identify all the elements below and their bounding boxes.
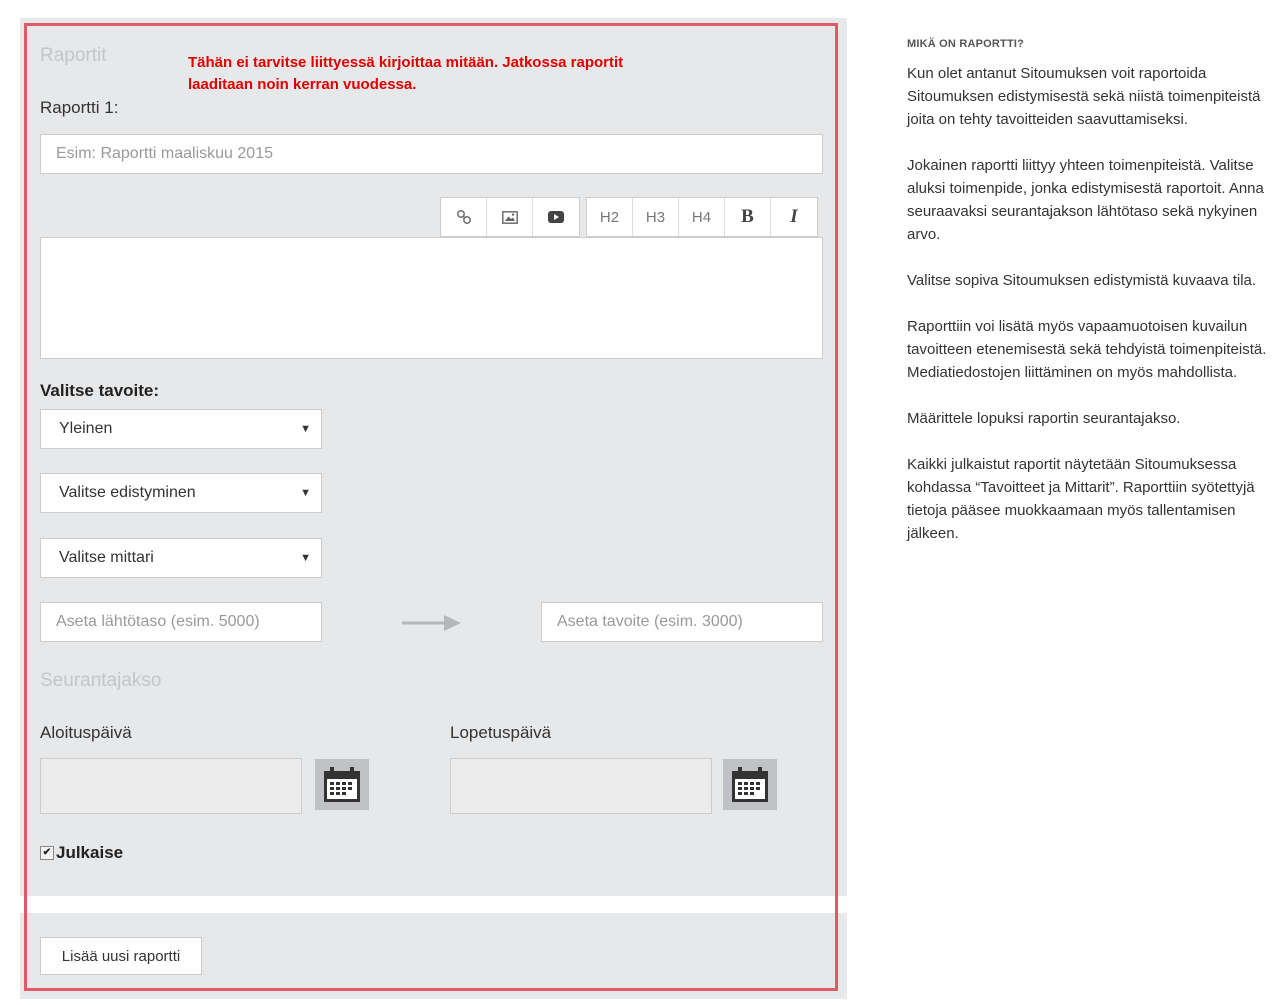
chevron-down-icon: ▼ [300,487,311,499]
section-title-reports: Raportit [40,45,107,66]
italic-button[interactable]: I [771,198,817,236]
end-date-label: Lopetuspäivä [450,723,552,742]
annotation-note: Tähän ei tarvitse liittyessä kirjoittaa … [188,54,624,93]
calendar-icon [324,766,360,802]
video-icon[interactable] [533,198,579,236]
h3-button[interactable]: H3 [633,198,679,236]
target-input[interactable]: Aseta tavoite (esim. 3000) [541,602,823,642]
metric-select[interactable]: Valitse mittari ▼ [40,538,322,578]
link-icon[interactable] [441,198,487,236]
chevron-down-icon: ▼ [300,423,311,435]
sidebar-paragraph: Valitse sopiva Sitoumuksen edistymistä k… [907,272,1257,289]
sidebar-heading: MIKÄ ON RAPORTTI? [907,38,1025,50]
format-button-group: H2 H3 H4 B I [586,197,818,237]
h4-button[interactable]: H4 [679,198,725,236]
metric-select-value: Valitse mittari [59,549,154,566]
arrow-right-icon [402,613,462,638]
publish-checkbox[interactable]: ✔ [40,846,54,860]
end-date-input[interactable] [450,758,712,814]
sidebar-paragraph: Raporttiin voi lisätä myös vapaamuotoise… [907,318,1267,381]
sidebar-paragraph: Kaikki julkaistut raportit näytetään Sit… [907,456,1255,542]
report-title-input[interactable]: Esim: Raportti maaliskuu 2015 [40,134,823,174]
goal-label: Valitse tavoite: [40,381,160,400]
start-date-label: Aloituspäivä [40,723,132,742]
goal-select[interactable]: Yleinen ▼ [40,409,322,449]
bold-button[interactable]: B [725,198,771,236]
start-calendar-button[interactable] [315,759,369,810]
publish-label: Julkaise [56,843,124,862]
help-sidebar: MIKÄ ON RAPORTTI? Kun olet antanut Sitou… [895,24,1276,646]
progress-select[interactable]: Valitse edistyminen ▼ [40,473,322,513]
report-text-editor[interactable] [40,237,823,359]
baseline-input[interactable]: Aseta lähtötaso (esim. 5000) [40,602,322,642]
section-title-period: Seurantajakso [40,670,162,691]
sidebar-text: Kun olet antanut Sitoumuksen voit raport… [907,62,1269,568]
media-button-group [440,197,580,237]
sidebar-paragraph: Kun olet antanut Sitoumuksen voit raport… [907,65,1261,128]
sidebar-pointer [861,311,895,371]
goal-select-value: Yleinen [59,420,113,437]
chevron-down-icon: ▼ [300,552,311,564]
h2-button[interactable]: H2 [587,198,633,236]
calendar-icon [732,766,768,802]
editor-toolbar: H2 H3 H4 B I [440,197,818,237]
image-icon[interactable] [487,198,533,236]
publish-checkbox-row[interactable]: ✔ Julkaise [40,843,123,863]
start-date-input[interactable] [40,758,302,814]
add-report-button[interactable]: Lisää uusi raportti [40,937,202,975]
progress-select-value: Valitse edistyminen [59,484,196,501]
report-label: Raportti 1: [40,98,119,117]
sidebar-paragraph: Määrittele lopuksi raportin seurantajaks… [907,410,1181,427]
end-calendar-button[interactable] [723,759,777,810]
sidebar-paragraph: Jokainen raportti liittyy yhteen toimenp… [907,157,1264,243]
